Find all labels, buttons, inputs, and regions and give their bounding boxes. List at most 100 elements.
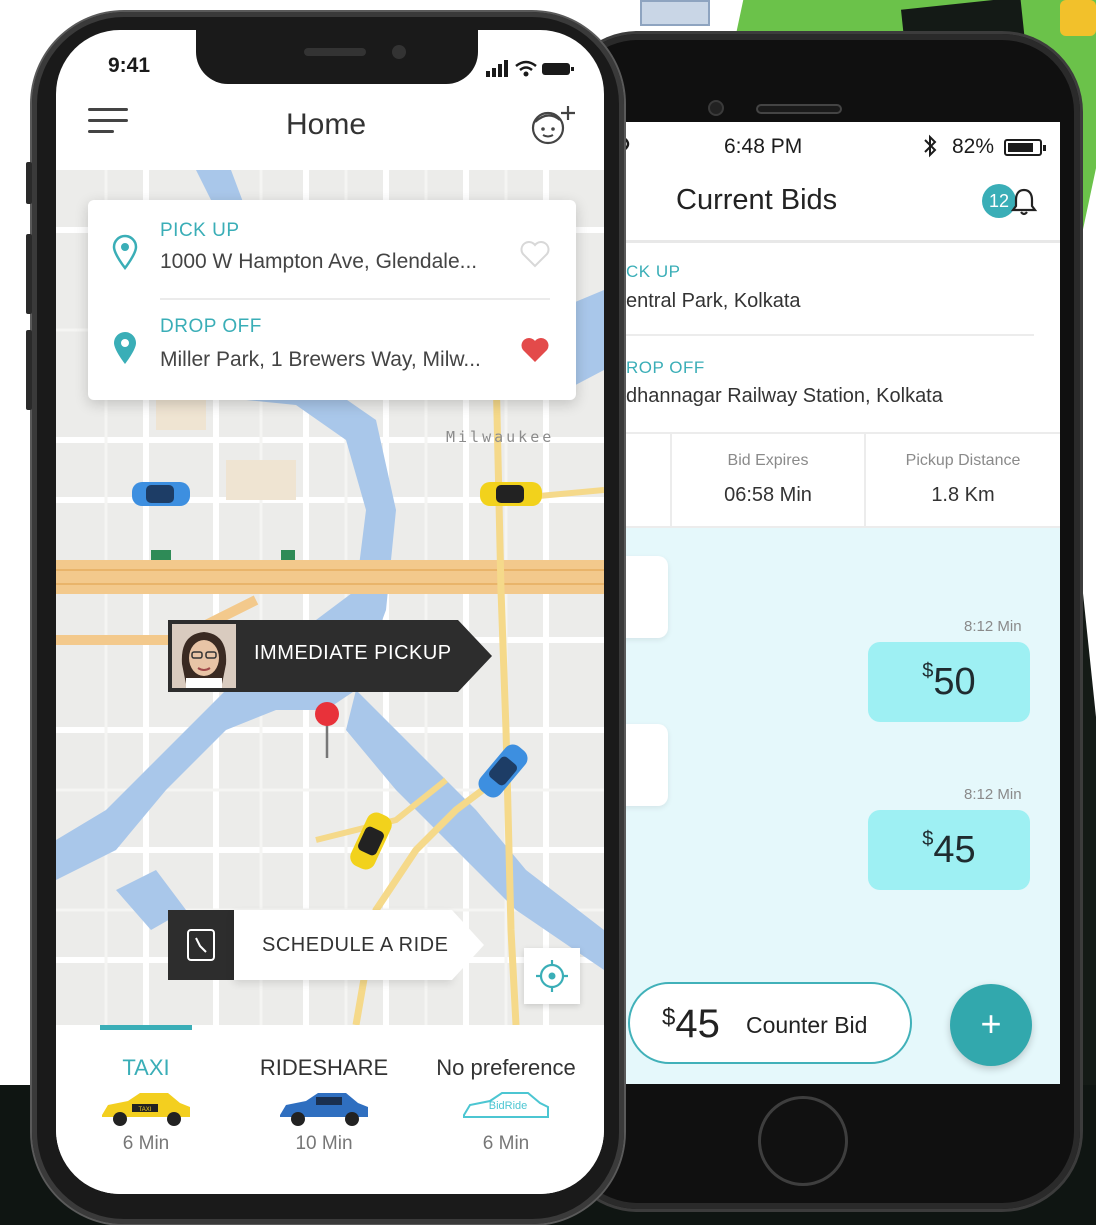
tab-eta: 10 Min bbox=[295, 1133, 353, 1154]
home-button[interactable] bbox=[758, 1096, 848, 1186]
bid-amount-bubble[interactable]: $50 bbox=[868, 642, 1030, 722]
background-building-graphic bbox=[640, 0, 710, 26]
locate-me-button[interactable] bbox=[524, 948, 580, 1004]
avatar bbox=[172, 624, 236, 688]
blue-car-marker[interactable] bbox=[468, 736, 538, 806]
page-title: Home bbox=[286, 108, 367, 141]
add-bid-button[interactable]: + bbox=[950, 984, 1032, 1066]
phone-notch bbox=[196, 30, 478, 84]
wifi-icon bbox=[626, 134, 638, 162]
schedule-icon-box bbox=[168, 910, 234, 980]
bid-time: 8:12 Min bbox=[964, 786, 1022, 803]
tab-taxi[interactable]: TAXI TAXI 6 Min bbox=[56, 1055, 236, 1155]
dropoff-address: dhannagar Railway Station, Kolkata bbox=[626, 385, 943, 407]
location-pin-outline-icon bbox=[112, 234, 138, 270]
notifications-button[interactable]: 12 bbox=[982, 184, 1046, 220]
tab-eta: 6 Min bbox=[122, 1133, 170, 1154]
bid-amount: 50 bbox=[933, 661, 976, 703]
bid-currency: $ bbox=[922, 828, 934, 850]
front-camera bbox=[708, 100, 724, 116]
earpiece-speaker bbox=[756, 104, 842, 114]
schedule-ride-arrow bbox=[452, 910, 484, 980]
ride-type-tabs: TAXI TAXI 6 Min RIDESHARE 10 Min No pref… bbox=[56, 1025, 604, 1194]
bid-expires-value: 06:58 Min bbox=[724, 484, 812, 506]
tab-label: RIDESHARE bbox=[259, 1055, 389, 1080]
battery-level bbox=[1008, 143, 1033, 152]
counter-bid-value: 45 bbox=[675, 1002, 720, 1046]
pickup-address[interactable]: 1000 W Hampton Ave, Glendale... bbox=[160, 250, 477, 274]
tab-label: TAXI bbox=[122, 1055, 170, 1080]
immediate-pickup-arrow bbox=[458, 620, 492, 692]
crosshair-icon bbox=[536, 960, 568, 992]
page-title: Current Bids bbox=[676, 184, 838, 216]
pickup-distance-cell: Pickup Distance 1.8 Km bbox=[864, 434, 1060, 528]
heart-outline-icon[interactable] bbox=[520, 240, 550, 268]
schedule-ride-label: SCHEDULE A RIDE bbox=[262, 934, 449, 956]
bid-amount-bubble[interactable]: $45 bbox=[868, 810, 1030, 890]
immediate-pickup-label: IMMEDIATE PICKUP bbox=[254, 642, 452, 664]
counter-bid-currency: $ bbox=[662, 1004, 676, 1031]
tab-label: No preference bbox=[436, 1055, 576, 1080]
dropoff-address[interactable]: Miller Park, 1 Brewers Way, Milw... bbox=[160, 348, 481, 372]
pickup-address: entral Park, Kolkata bbox=[626, 290, 801, 312]
background-taxi-graphic bbox=[1060, 0, 1096, 36]
header-divider bbox=[626, 240, 1060, 243]
pickup-label: CK UP bbox=[626, 262, 681, 281]
incoming-message-bubble bbox=[626, 724, 668, 806]
tab-rideshare[interactable]: RIDESHARE 10 Min bbox=[234, 1055, 414, 1155]
active-tab-indicator bbox=[100, 1025, 192, 1030]
current-bids-screen: 6:48 PM 82% Current Bids 12 CK UP entral… bbox=[626, 122, 1060, 1084]
battery-icon bbox=[1004, 139, 1046, 156]
counter-bid-label: Counter Bid bbox=[746, 1012, 868, 1038]
status-time: 6:48 PM bbox=[724, 135, 803, 158]
bid-expires-cell: Bid Expires 06:58 Min bbox=[670, 434, 864, 528]
taxi-sign-text: TAXI bbox=[139, 1107, 152, 1113]
battery-icon bbox=[542, 63, 574, 75]
bid-time: 8:12 Min bbox=[964, 618, 1022, 635]
tab-no-preference[interactable]: No preference BidRide 6 Min bbox=[416, 1055, 596, 1155]
dropoff-label: DROP OFF bbox=[160, 316, 262, 337]
taxi-car-icon: TAXI bbox=[102, 1093, 190, 1126]
yellow-taxi-marker[interactable] bbox=[476, 476, 546, 512]
mute-switch bbox=[26, 162, 32, 204]
bid-currency: $ bbox=[922, 660, 934, 682]
status-icons bbox=[486, 58, 576, 85]
bidride-logo-text: BidRide bbox=[489, 1100, 528, 1112]
cellular-signal-icon bbox=[486, 60, 508, 77]
address-divider bbox=[626, 334, 1034, 336]
dropoff-label: ROP OFF bbox=[626, 358, 705, 377]
pickup-distance-value: 1.8 Km bbox=[931, 484, 995, 506]
heart-filled-icon[interactable] bbox=[520, 336, 550, 364]
hamburger-menu-icon[interactable] bbox=[88, 108, 128, 138]
status-bar: 6:48 PM 82% bbox=[626, 122, 1060, 172]
volume-down-button bbox=[26, 330, 32, 410]
notch-speaker bbox=[304, 48, 366, 56]
battery-percent: 82% bbox=[952, 135, 995, 158]
immediate-pickup-button[interactable]: IMMEDIATE PICKUP bbox=[168, 620, 492, 692]
card-divider bbox=[160, 298, 550, 300]
yellow-taxi-marker[interactable] bbox=[336, 806, 406, 876]
clock-icon bbox=[187, 929, 215, 961]
bid-metrics-row: Bid Expires 06:58 Min Pickup Distance 1.… bbox=[626, 432, 1060, 528]
volume-up-button bbox=[26, 234, 32, 314]
incoming-message-bubble bbox=[626, 556, 668, 638]
schedule-ride-button[interactable]: SCHEDULE A RIDE bbox=[168, 910, 488, 980]
blue-car-marker[interactable] bbox=[128, 476, 194, 512]
map-city-label: Milwaukee bbox=[446, 428, 555, 446]
bluetooth-icon bbox=[922, 134, 938, 164]
counter-bid-amount: $45 bbox=[662, 1002, 720, 1047]
home-screen: 9:41 Home Milwaukee PICK UP 1000 W Hampt… bbox=[56, 30, 604, 1194]
bell-icon bbox=[1008, 186, 1040, 223]
pickup-distance-label: Pickup Distance bbox=[905, 452, 1021, 469]
notch-camera bbox=[392, 45, 406, 59]
status-time: 9:41 bbox=[108, 54, 151, 77]
location-pin-filled-icon bbox=[114, 332, 136, 364]
pickup-map-pin-icon bbox=[315, 702, 339, 758]
bid-amount: 45 bbox=[933, 829, 976, 871]
add-rider-profile-icon[interactable] bbox=[526, 102, 578, 153]
wifi-icon bbox=[515, 60, 537, 77]
pickup-label: PICK UP bbox=[160, 220, 240, 241]
tab-eta: 6 Min bbox=[482, 1133, 530, 1154]
counter-bid-button[interactable]: $45 Counter Bid bbox=[628, 982, 912, 1064]
pickup-dropoff-card: PICK UP 1000 W Hampton Ave, Glendale... … bbox=[88, 200, 576, 400]
